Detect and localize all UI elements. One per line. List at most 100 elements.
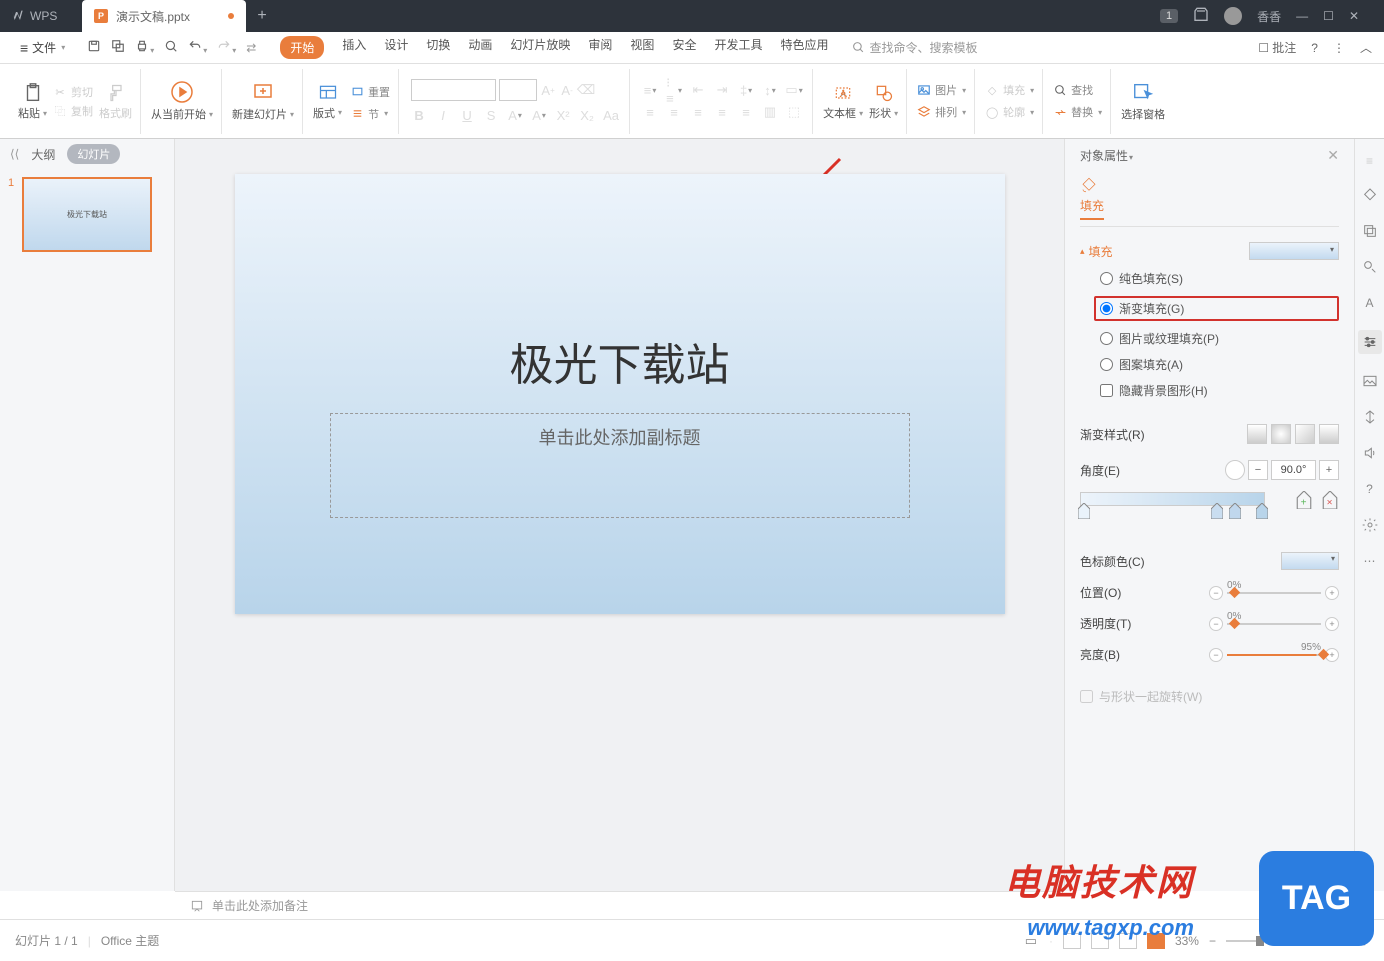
paste-icon[interactable] [21, 81, 45, 105]
save-as-icon[interactable] [111, 39, 125, 56]
strikethrough-icon[interactable]: S [483, 107, 499, 123]
bullets-icon[interactable]: ≡ [642, 82, 658, 98]
collapse-sidebar[interactable]: ⟨⟨ [10, 147, 19, 161]
undo-icon[interactable] [188, 39, 207, 56]
grad-radial-button[interactable] [1271, 424, 1291, 444]
tab-home[interactable]: 开始 [280, 36, 324, 59]
tab-review[interactable]: 审阅 [588, 36, 612, 59]
replace-button[interactable]: 替换 [1053, 104, 1102, 120]
tab-design[interactable]: 设计 [384, 36, 408, 59]
align-right-icon[interactable]: ≡ [690, 104, 706, 120]
user-avatar[interactable] [1224, 7, 1242, 25]
slide-subtitle-placeholder[interactable]: 单击此处添加副标题 [330, 413, 910, 518]
slide-counter[interactable]: 幻灯片 1 / 1 [15, 932, 78, 949]
fill-section-header[interactable]: 填充 [1080, 242, 1339, 260]
bold-icon[interactable]: B [411, 107, 427, 123]
rail-audio-icon[interactable] [1361, 444, 1379, 462]
brightness-decrease[interactable]: − [1209, 648, 1223, 662]
grad-rect-button[interactable] [1295, 424, 1315, 444]
rail-images-icon[interactable] [1361, 372, 1379, 390]
position-slider[interactable]: 0% [1227, 592, 1321, 594]
justify-icon[interactable]: ≡ [714, 104, 730, 120]
slide-canvas[interactable]: 极光下载站 单击此处添加副标题 [175, 139, 1064, 891]
font-family-input[interactable] [411, 79, 496, 101]
increase-font-icon[interactable]: A+ [540, 82, 556, 98]
gradient-bar[interactable] [1080, 492, 1265, 506]
gradient-stop-4[interactable] [1256, 503, 1268, 519]
grad-linear-button[interactable] [1247, 424, 1267, 444]
columns-icon[interactable]: ▥ [762, 104, 778, 120]
shapes-icon[interactable] [872, 81, 896, 105]
cut-button[interactable]: ✂剪切 [53, 84, 93, 100]
notes-bar[interactable]: 单击此处添加备注 [175, 891, 1064, 919]
shapes-button[interactable]: 形状 [869, 105, 898, 121]
font-color-icon[interactable]: A [507, 107, 523, 123]
selection-pane-icon[interactable] [1131, 80, 1155, 104]
rail-text-icon[interactable]: A [1361, 294, 1379, 312]
fill-button[interactable]: ◇填充 [985, 82, 1034, 98]
line-spacing-icon[interactable]: ‡ [738, 82, 754, 98]
subscript-icon[interactable]: X₂ [579, 107, 595, 123]
angle-dial[interactable] [1225, 460, 1245, 480]
collapse-ribbon[interactable]: ︿ [1360, 39, 1372, 56]
position-increase[interactable]: + [1325, 586, 1339, 600]
panel-title[interactable]: 对象属性 [1080, 147, 1133, 164]
transparency-decrease[interactable]: − [1209, 617, 1223, 631]
comments-button[interactable]: ☐ 批注 [1258, 39, 1296, 56]
more-menu[interactable]: ⋮ [1333, 41, 1345, 55]
align-text-icon[interactable]: ▭ [786, 82, 802, 98]
font-size-input[interactable] [499, 79, 537, 101]
gradient-stop-3[interactable] [1229, 503, 1241, 519]
decrease-font-icon[interactable]: A- [559, 82, 575, 98]
angle-increase[interactable]: + [1319, 460, 1339, 480]
redo-icon[interactable] [217, 39, 236, 56]
tab-animation[interactable]: 动画 [468, 36, 492, 59]
transparency-increase[interactable]: + [1325, 617, 1339, 631]
username[interactable]: 香香 [1257, 8, 1281, 25]
help-button[interactable]: ? [1311, 41, 1318, 55]
underline-icon[interactable]: U [459, 107, 475, 123]
textbox-icon[interactable]: A [831, 81, 855, 105]
tab-developer[interactable]: 开发工具 [714, 36, 762, 59]
stop-color-picker[interactable] [1281, 552, 1339, 570]
radio-pattern-fill[interactable]: 图案填充(A) [1100, 356, 1339, 373]
convert-smartart-icon[interactable]: ⬚ [786, 104, 802, 120]
document-tab[interactable]: 演示文稿.pptx [82, 0, 246, 32]
notification-badge[interactable]: 1 [1160, 9, 1178, 23]
gradient-stop-1[interactable] [1078, 503, 1090, 519]
numbering-icon[interactable]: ⁝≡ [666, 82, 682, 98]
arrange-button[interactable]: 排列 [917, 104, 966, 120]
text-direction-icon[interactable]: ↕ [762, 82, 778, 98]
rail-effects-icon[interactable] [1361, 258, 1379, 276]
rail-animation-icon[interactable] [1361, 408, 1379, 426]
print-preview-icon[interactable] [164, 39, 178, 56]
rail-handle[interactable]: ≡ [1366, 154, 1373, 168]
gradient-stop-2[interactable] [1211, 503, 1223, 519]
textbox-button[interactable]: 文本框 [823, 105, 863, 121]
angle-decrease[interactable]: − [1248, 460, 1268, 480]
qat-customize[interactable]: ⇄ [246, 41, 256, 55]
tab-insert[interactable]: 插入 [342, 36, 366, 59]
selection-pane-button[interactable]: 选择窗格 [1121, 106, 1165, 122]
file-menu[interactable]: 文件 [12, 39, 73, 56]
distributed-icon[interactable]: ≡ [738, 104, 754, 120]
remove-stop-button[interactable]: × [1321, 490, 1339, 510]
tab-outline[interactable]: 大纲 [31, 146, 55, 163]
radio-gradient-fill[interactable]: 渐变填充(G) [1094, 296, 1339, 321]
layout-icon[interactable] [316, 81, 340, 105]
apparel-icon[interactable] [1193, 7, 1209, 26]
rail-layers-icon[interactable] [1361, 222, 1379, 240]
maximize-button[interactable]: ☐ [1323, 9, 1334, 23]
section-button[interactable]: 节 [350, 106, 390, 122]
align-left-icon[interactable]: ≡ [642, 104, 658, 120]
picture-button[interactable]: 图片 [917, 82, 966, 98]
theme-name[interactable]: Office 主题 [101, 932, 159, 949]
format-painter-button[interactable]: 格式刷 [99, 105, 132, 121]
rail-help-icon[interactable]: ? [1361, 480, 1379, 498]
command-search[interactable]: 查找命令、搜索模板 [852, 39, 977, 56]
play-from-current-button[interactable]: 从当前开始 [151, 106, 213, 122]
save-icon[interactable] [87, 39, 101, 56]
zoom-out-button[interactable]: − [1209, 934, 1216, 948]
copy-button[interactable]: ⿻复制 [53, 103, 93, 119]
rail-properties-icon[interactable] [1358, 330, 1382, 354]
